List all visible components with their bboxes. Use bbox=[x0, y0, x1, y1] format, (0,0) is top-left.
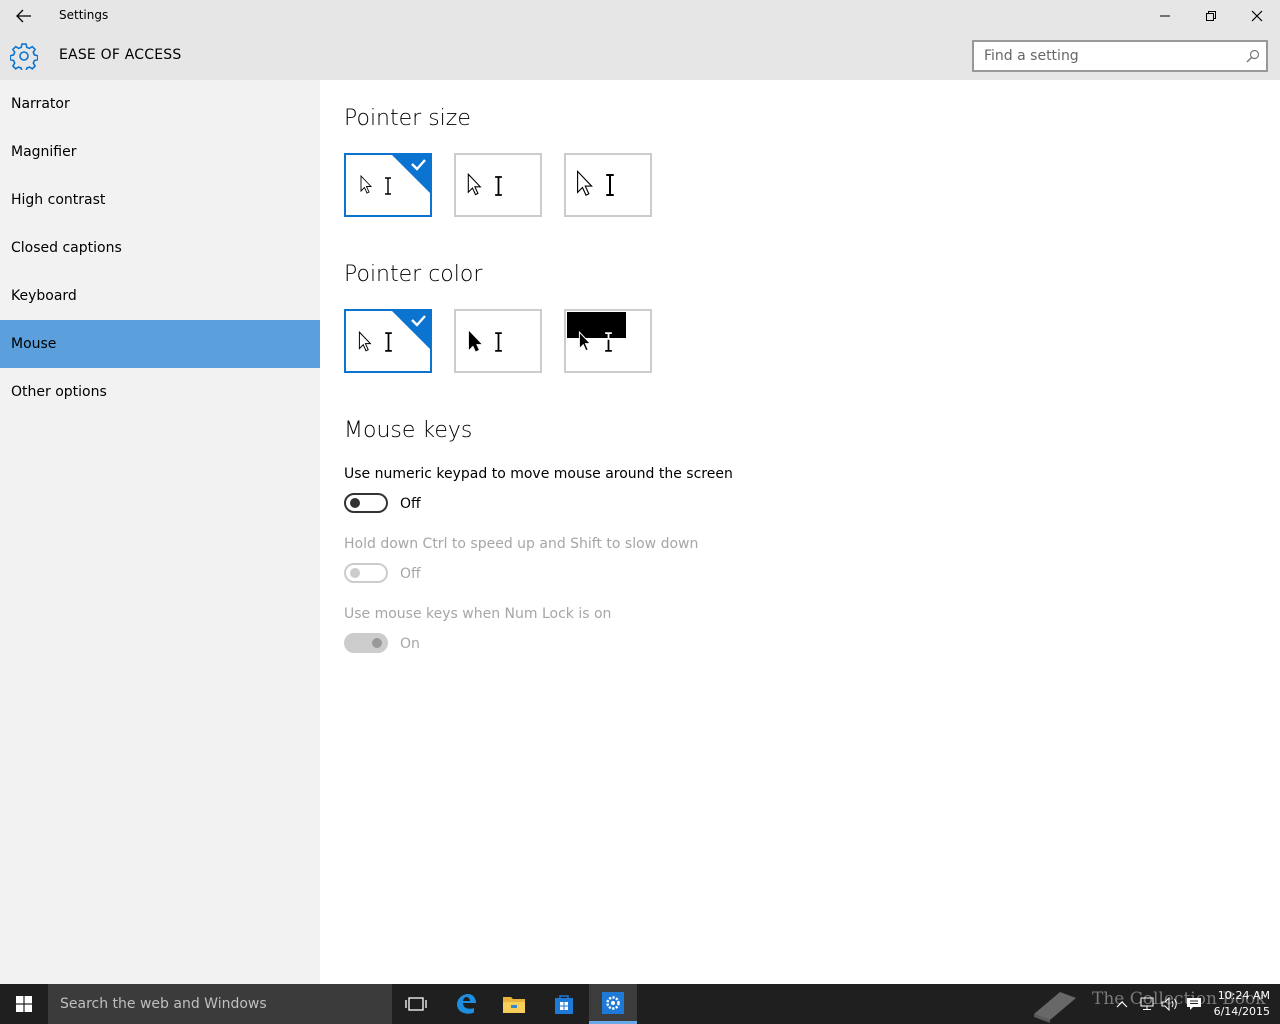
text-cursor-icon bbox=[605, 332, 612, 352]
arrow-pointer-icon bbox=[577, 170, 593, 196]
back-button[interactable] bbox=[0, 0, 48, 32]
pointer-color-heading: Pointer color bbox=[344, 262, 483, 287]
page-title: EASE OF ACCESS bbox=[59, 47, 182, 63]
show-hidden-icons-button[interactable] bbox=[1112, 994, 1132, 1014]
network-button[interactable] bbox=[1136, 994, 1156, 1014]
taskbar-search-input[interactable] bbox=[48, 984, 392, 1024]
numeric-keypad-label: Use numeric keypad to move mouse around … bbox=[344, 466, 733, 482]
sidebar-item-label: Mouse bbox=[11, 336, 57, 352]
checkmark-icon bbox=[392, 311, 430, 349]
arrow-pointer-icon bbox=[358, 331, 372, 352]
sidebar-item-keyboard[interactable]: Keyboard bbox=[0, 272, 320, 320]
taskbar: The Collection Book 10:24 AM 6/14/2015 bbox=[0, 984, 1280, 1024]
num-lock-state: On bbox=[400, 636, 420, 652]
store-icon bbox=[555, 995, 573, 1014]
sidebar-item-narrator[interactable]: Narrator bbox=[0, 80, 320, 128]
toggle-knob bbox=[350, 498, 360, 508]
sidebar-item-high-contrast[interactable]: High contrast bbox=[0, 176, 320, 224]
text-cursor-icon bbox=[495, 332, 502, 352]
task-view-icon bbox=[405, 997, 427, 1011]
start-button[interactable] bbox=[0, 984, 48, 1024]
restore-button[interactable] bbox=[1188, 0, 1234, 32]
chevron-up-icon bbox=[1116, 1001, 1128, 1008]
inverted-block bbox=[567, 312, 626, 338]
arrow-pointer-icon bbox=[468, 331, 482, 352]
app-title: Settings bbox=[59, 8, 109, 22]
store-button[interactable] bbox=[540, 984, 588, 1024]
search-icon[interactable] bbox=[1246, 49, 1260, 63]
network-icon bbox=[1140, 997, 1154, 1010]
settings-header: EASE OF ACCESS bbox=[0, 32, 1280, 80]
clock-time: 10:24 AM bbox=[1217, 989, 1270, 1002]
title-bar: Settings bbox=[0, 0, 1280, 32]
settings-app-button[interactable] bbox=[589, 984, 637, 1024]
back-arrow-icon bbox=[16, 9, 31, 23]
volume-button[interactable] bbox=[1160, 994, 1180, 1014]
settings-icon bbox=[602, 991, 624, 1014]
sidebar-item-label: Keyboard bbox=[11, 288, 77, 304]
text-cursor-icon bbox=[385, 177, 391, 195]
file-explorer-button[interactable] bbox=[490, 984, 538, 1024]
sidebar-item-other-options[interactable]: Other options bbox=[0, 368, 320, 416]
gear-icon bbox=[10, 43, 38, 70]
search-input[interactable] bbox=[974, 42, 1238, 70]
sidebar-item-magnifier[interactable]: Magnifier bbox=[0, 128, 320, 176]
clock-date: 6/14/2015 bbox=[1213, 1005, 1270, 1018]
sidebar-item-label: Closed captions bbox=[11, 240, 122, 256]
num-lock-toggle[interactable] bbox=[344, 633, 388, 653]
arrow-pointer-icon bbox=[467, 173, 482, 196]
main-content: Pointer size Pointer color Mouse keys Us… bbox=[320, 80, 1280, 984]
arrow-pointer-icon bbox=[360, 175, 373, 194]
pointer-color-white-option[interactable] bbox=[344, 309, 432, 373]
pointer-color-black-option[interactable] bbox=[454, 309, 542, 373]
file-explorer-icon bbox=[503, 997, 525, 1013]
system-clock[interactable]: 10:24 AM 6/14/2015 bbox=[1208, 988, 1270, 1020]
ctrl-shift-speed-toggle[interactable] bbox=[344, 563, 388, 583]
ctrl-shift-speed-state: Off bbox=[400, 566, 421, 582]
sidebar-item-label: Magnifier bbox=[11, 144, 77, 160]
taskbar-search-box[interactable] bbox=[48, 984, 392, 1024]
text-cursor-icon bbox=[606, 174, 614, 196]
sidebar-item-label: Narrator bbox=[11, 96, 70, 112]
action-center-button[interactable] bbox=[1184, 994, 1204, 1014]
close-button[interactable] bbox=[1234, 0, 1280, 32]
checkmark-icon bbox=[392, 155, 430, 193]
restore-icon bbox=[1206, 11, 1216, 21]
numeric-keypad-state: Off bbox=[400, 496, 421, 512]
sidebar-item-mouse[interactable]: Mouse bbox=[0, 320, 320, 368]
sidebar-item-label: Other options bbox=[11, 384, 107, 400]
arrow-pointer-icon bbox=[578, 331, 592, 352]
pointer-color-inverted-option[interactable] bbox=[564, 309, 652, 373]
pointer-size-medium-option[interactable] bbox=[454, 153, 542, 217]
minimize-button[interactable] bbox=[1142, 0, 1188, 32]
sidebar: Narrator Magnifier High contrast Closed … bbox=[0, 80, 320, 984]
pointer-size-small-option[interactable] bbox=[344, 153, 432, 217]
sidebar-item-closed-captions[interactable]: Closed captions bbox=[0, 224, 320, 272]
toggle-knob bbox=[350, 568, 360, 578]
windows-logo-icon bbox=[16, 996, 32, 1012]
edge-button[interactable] bbox=[442, 984, 490, 1024]
task-view-button[interactable] bbox=[392, 984, 440, 1024]
numeric-keypad-toggle[interactable] bbox=[344, 493, 388, 513]
settings-search[interactable] bbox=[972, 40, 1268, 72]
edge-icon bbox=[457, 994, 476, 1014]
sidebar-item-label: High contrast bbox=[11, 192, 106, 208]
num-lock-label: Use mouse keys when Num Lock is on bbox=[344, 606, 612, 622]
ctrl-shift-speed-label: Hold down Ctrl to speed up and Shift to … bbox=[344, 536, 699, 552]
text-cursor-icon bbox=[495, 176, 502, 196]
book-icon bbox=[1034, 992, 1076, 1023]
minimize-icon bbox=[1160, 15, 1170, 17]
pointer-size-heading: Pointer size bbox=[344, 106, 471, 131]
pointer-size-large-option[interactable] bbox=[564, 153, 652, 217]
volume-icon bbox=[1161, 997, 1177, 1011]
toggle-knob bbox=[372, 638, 382, 648]
action-center-icon bbox=[1187, 998, 1201, 1010]
mouse-keys-heading: Mouse keys bbox=[344, 418, 473, 443]
close-icon bbox=[1251, 10, 1263, 22]
